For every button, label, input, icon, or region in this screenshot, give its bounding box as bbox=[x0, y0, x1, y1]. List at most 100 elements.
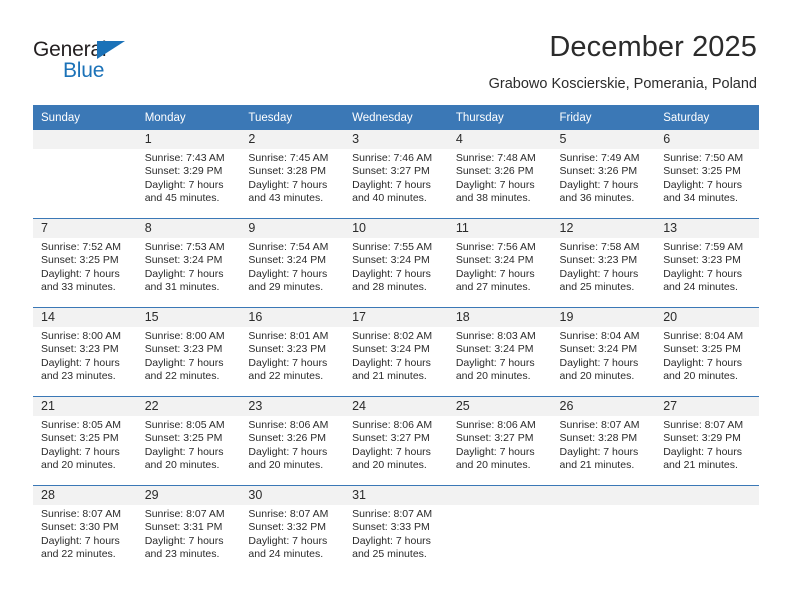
day-details: Sunrise: 7:56 AM Sunset: 3:24 PM Daylight:… bbox=[448, 238, 552, 295]
day-cell-inner: 2 Sunrise: 7:45 AM Sunset: 3:28 PM Daylight… bbox=[240, 130, 345, 218]
daylight-line-2: and 24 minutes. bbox=[663, 281, 738, 294]
daylight-line-2: and 36 minutes. bbox=[559, 192, 635, 205]
sunrise-time: Sunrise: 7:58 AM bbox=[559, 241, 640, 253]
calendar-day-cell[interactable]: 7 Sunrise: 7:52 AM Sunset: 3:25 PM Daylight… bbox=[33, 218, 137, 308]
calendar-day-cell[interactable]: 6 Sunrise: 7:50 AM Sunset: 3:25 PM Daylight… bbox=[655, 130, 759, 219]
day-cell-inner: 4 Sunrise: 7:48 AM Sunset: 3:26 PM Daylight… bbox=[447, 130, 552, 218]
day-number bbox=[33, 130, 137, 149]
day-cell-inner: 26 Sunrise: 8:07 AM Sunset: 3:28 PM Dayligh… bbox=[551, 397, 656, 485]
day-details: Sunrise: 7:48 AM Sunset: 3:26 PM Daylight:… bbox=[448, 149, 552, 206]
calendar-day-cell[interactable]: 27 Sunrise: 8:07 AM Sunset: 3:29 PM Dayligh… bbox=[655, 396, 759, 486]
calendar-day-cell[interactable]: 5 Sunrise: 7:49 AM Sunset: 3:26 PM Daylight… bbox=[551, 130, 656, 219]
calendar-day-cell[interactable]: 3 Sunrise: 7:46 AM Sunset: 3:27 PM Daylight… bbox=[344, 130, 448, 219]
calendar-day-cell-empty bbox=[551, 485, 656, 574]
calendar-day-cell[interactable]: 4 Sunrise: 7:48 AM Sunset: 3:26 PM Daylight… bbox=[447, 130, 552, 219]
day-number: 5 bbox=[551, 130, 656, 149]
daylight-line-2: and 28 minutes. bbox=[352, 281, 427, 294]
weekday-header-thursday: Thursday bbox=[447, 105, 552, 130]
calendar-day-cell[interactable]: 31 Sunrise: 8:07 AM Sunset: 3:33 PM Dayligh… bbox=[344, 485, 448, 574]
calendar-day-cell[interactable]: 10 Sunrise: 7:55 AM Sunset: 3:24 PM Dayligh… bbox=[344, 218, 448, 308]
calendar-day-cell[interactable]: 2 Sunrise: 7:45 AM Sunset: 3:28 PM Daylight… bbox=[240, 130, 345, 219]
day-cell-inner: 20 Sunrise: 8:04 AM Sunset: 3:25 PM Dayligh… bbox=[655, 308, 759, 396]
sunset-time: Sunset: 3:29 PM bbox=[663, 432, 741, 445]
sunset-time: Sunset: 3:26 PM bbox=[559, 165, 638, 178]
calendar-day-cell[interactable]: 30 Sunrise: 8:07 AM Sunset: 3:32 PM Dayligh… bbox=[240, 485, 345, 574]
day-cell-inner bbox=[655, 486, 759, 574]
calendar-day-cell[interactable]: 12 Sunrise: 7:58 AM Sunset: 3:23 PM Dayligh… bbox=[551, 218, 656, 308]
calendar-day-cell[interactable]: 22 Sunrise: 8:05 AM Sunset: 3:25 PM Dayligh… bbox=[136, 396, 241, 486]
sunrise-time: Sunrise: 8:00 AM bbox=[144, 330, 225, 342]
sunset-time: Sunset: 3:33 PM bbox=[352, 521, 430, 534]
day-number: 24 bbox=[344, 397, 448, 416]
logo-text-blue: Blue bbox=[63, 59, 105, 82]
sunrise-time: Sunrise: 8:05 AM bbox=[41, 419, 121, 431]
daylight-line-2: and 20 minutes. bbox=[559, 370, 635, 383]
calendar-day-cell[interactable]: 16 Sunrise: 8:01 AM Sunset: 3:23 PM Dayligh… bbox=[240, 307, 345, 397]
calendar-day-cell[interactable]: 18 Sunrise: 8:03 AM Sunset: 3:24 PM Dayligh… bbox=[447, 307, 552, 397]
sunset-time: Sunset: 3:23 PM bbox=[663, 254, 741, 267]
sunset-time: Sunset: 3:27 PM bbox=[352, 165, 430, 178]
day-cell-inner: 24 Sunrise: 8:06 AM Sunset: 3:27 PM Dayligh… bbox=[344, 397, 448, 485]
sunrise-time: Sunrise: 7:59 AM bbox=[663, 241, 744, 253]
calendar-day-cell[interactable]: 19 Sunrise: 8:04 AM Sunset: 3:24 PM Dayligh… bbox=[551, 307, 656, 397]
daylight-line-1: Daylight: 7 hours bbox=[248, 178, 328, 191]
calendar-day-cell[interactable]: 14 Sunrise: 8:00 AM Sunset: 3:23 PM Dayligh… bbox=[33, 307, 137, 397]
sunset-time: Sunset: 3:25 PM bbox=[663, 343, 741, 356]
calendar-day-cell[interactable]: 13 Sunrise: 7:59 AM Sunset: 3:23 PM Dayligh… bbox=[655, 218, 759, 308]
calendar-day-cell[interactable]: 29 Sunrise: 8:07 AM Sunset: 3:31 PM Dayligh… bbox=[136, 485, 241, 574]
day-details: Sunrise: 7:43 AM Sunset: 3:29 PM Daylight:… bbox=[137, 149, 241, 206]
day-number: 26 bbox=[551, 397, 656, 416]
sunset-time: Sunset: 3:26 PM bbox=[248, 432, 327, 445]
day-cell-inner: 15 Sunrise: 8:00 AM Sunset: 3:23 PM Dayligh… bbox=[136, 308, 241, 396]
sunrise-time: Sunrise: 7:54 AM bbox=[248, 241, 329, 253]
sunset-time: Sunset: 3:25 PM bbox=[663, 165, 741, 178]
daylight-line-1: Daylight: 7 hours bbox=[455, 267, 535, 280]
day-details: Sunrise: 8:01 AM Sunset: 3:23 PM Daylight:… bbox=[240, 327, 344, 384]
calendar-day-cell[interactable]: 17 Sunrise: 8:02 AM Sunset: 3:24 PM Dayligh… bbox=[344, 307, 448, 397]
day-cell-inner: 17 Sunrise: 8:02 AM Sunset: 3:24 PM Dayligh… bbox=[344, 308, 448, 396]
daylight-line-2: and 22 minutes. bbox=[41, 548, 116, 561]
daylight-line-1: Daylight: 7 hours bbox=[663, 356, 743, 369]
day-cell-inner: 14 Sunrise: 8:00 AM Sunset: 3:23 PM Dayligh… bbox=[33, 308, 137, 396]
day-details: Sunrise: 8:05 AM Sunset: 3:25 PM Daylight:… bbox=[33, 416, 137, 473]
sunrise-time: Sunrise: 8:04 AM bbox=[559, 330, 640, 342]
calendar-day-cell[interactable]: 26 Sunrise: 8:07 AM Sunset: 3:28 PM Dayligh… bbox=[551, 396, 656, 486]
calendar-day-cell[interactable]: 15 Sunrise: 8:00 AM Sunset: 3:23 PM Dayligh… bbox=[136, 307, 241, 397]
sunset-time: Sunset: 3:28 PM bbox=[559, 432, 638, 445]
sunrise-time: Sunrise: 7:45 AM bbox=[248, 152, 329, 164]
daylight-line-1: Daylight: 7 hours bbox=[248, 267, 328, 280]
day-cell-inner: 9 Sunrise: 7:54 AM Sunset: 3:24 PM Daylight… bbox=[240, 219, 345, 307]
calendar-day-cell[interactable]: 21 Sunrise: 8:05 AM Sunset: 3:25 PM Dayligh… bbox=[33, 396, 137, 486]
day-number: 7 bbox=[33, 219, 137, 238]
calendar-day-cell[interactable]: 23 Sunrise: 8:06 AM Sunset: 3:26 PM Dayligh… bbox=[240, 396, 345, 486]
title-block: December 2025 Grabowo Koscierskie, Pomer… bbox=[489, 30, 757, 94]
daylight-line-2: and 20 minutes. bbox=[144, 459, 220, 472]
calendar-day-cell[interactable]: 25 Sunrise: 8:06 AM Sunset: 3:27 PM Dayligh… bbox=[447, 396, 552, 486]
day-details: Sunrise: 8:06 AM Sunset: 3:27 PM Daylight:… bbox=[344, 416, 448, 473]
daylight-line-2: and 38 minutes. bbox=[455, 192, 531, 205]
calendar-day-cell[interactable]: 1 Sunrise: 7:43 AM Sunset: 3:29 PM Daylight… bbox=[136, 130, 241, 219]
sunrise-time: Sunrise: 7:43 AM bbox=[144, 152, 225, 164]
day-number: 29 bbox=[136, 486, 241, 505]
day-number: 19 bbox=[551, 308, 656, 327]
calendar-day-cell[interactable]: 9 Sunrise: 7:54 AM Sunset: 3:24 PM Daylight… bbox=[240, 218, 345, 308]
day-details: Sunrise: 7:54 AM Sunset: 3:24 PM Daylight:… bbox=[240, 238, 344, 295]
calendar-day-cell[interactable]: 20 Sunrise: 8:04 AM Sunset: 3:25 PM Dayligh… bbox=[655, 307, 759, 397]
daylight-line-1: Daylight: 7 hours bbox=[41, 356, 120, 369]
day-details: Sunrise: 8:07 AM Sunset: 3:32 PM Daylight:… bbox=[240, 505, 344, 562]
calendar-day-cell[interactable]: 8 Sunrise: 7:53 AM Sunset: 3:24 PM Daylight… bbox=[136, 218, 241, 308]
sunset-time: Sunset: 3:28 PM bbox=[248, 165, 327, 178]
day-number: 14 bbox=[33, 308, 137, 327]
sunset-time: Sunset: 3:23 PM bbox=[144, 343, 223, 356]
calendar-day-cell[interactable]: 28 Sunrise: 8:07 AM Sunset: 3:30 PM Dayligh… bbox=[33, 485, 137, 574]
daylight-line-2: and 21 minutes. bbox=[559, 459, 635, 472]
sunrise-time: Sunrise: 8:07 AM bbox=[41, 508, 121, 520]
day-cell-inner bbox=[447, 486, 552, 574]
daylight-line-1: Daylight: 7 hours bbox=[663, 267, 743, 280]
day-number: 3 bbox=[344, 130, 448, 149]
sunrise-time: Sunrise: 8:07 AM bbox=[663, 419, 744, 431]
calendar-day-cell-empty bbox=[447, 485, 552, 574]
day-number: 30 bbox=[240, 486, 345, 505]
calendar-day-cell[interactable]: 24 Sunrise: 8:06 AM Sunset: 3:27 PM Dayligh… bbox=[344, 396, 448, 486]
calendar-day-cell[interactable]: 11 Sunrise: 7:56 AM Sunset: 3:24 PM Dayligh… bbox=[447, 218, 552, 308]
